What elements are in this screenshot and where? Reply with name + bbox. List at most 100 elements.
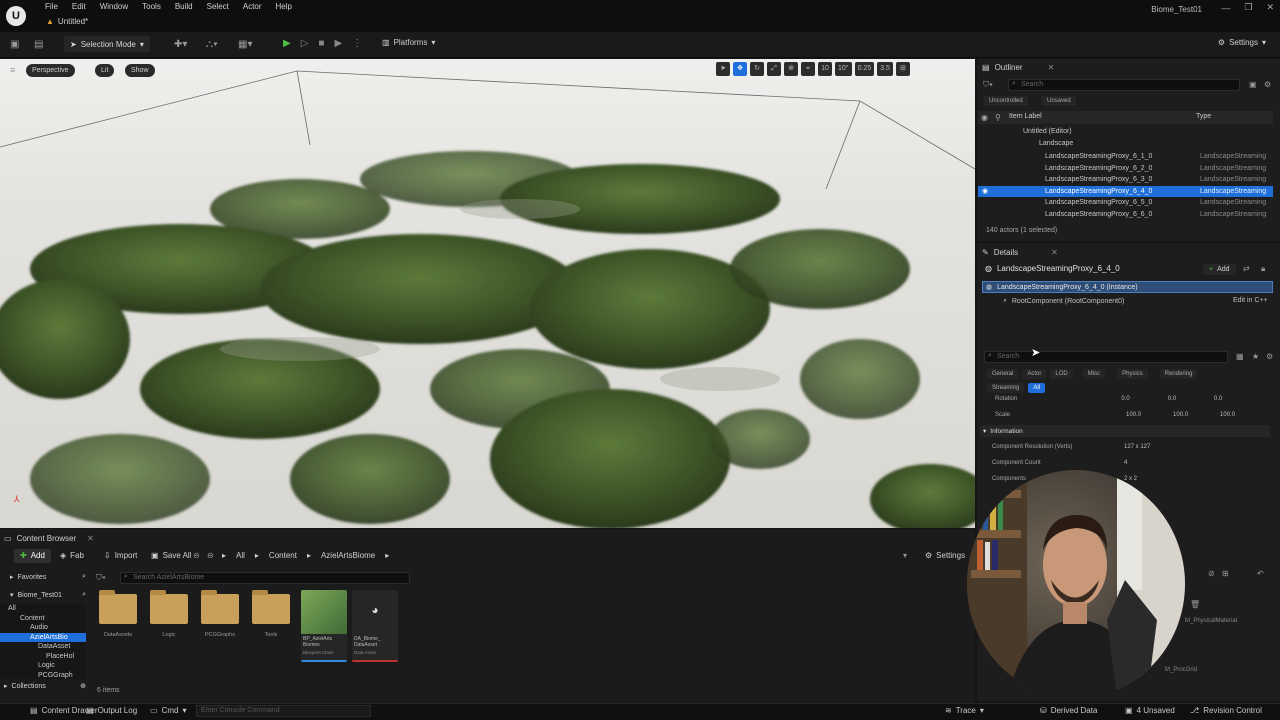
tab-actor[interactable]: Actor — [1022, 369, 1047, 379]
visibility-icon[interactable]: ◉ — [981, 113, 988, 122]
asset-folder[interactable]: Logic — [146, 590, 192, 638]
outliner-row[interactable]: LandscapeStreamingProxy_6_6_0 LandscapeSt… — [978, 209, 1273, 221]
asset-blueprint-card[interactable]: BP_AzielArts Biomes Blueprint Class — [301, 590, 347, 662]
output-log-button[interactable]: ▤ Output Log — [86, 706, 137, 715]
filter-icon[interactable]: ⛉▾ — [983, 80, 993, 90]
menu-tools[interactable]: Tools — [135, 2, 168, 11]
details-tab[interactable]: ✎ Details ✕ — [982, 245, 1058, 259]
console-input[interactable]: Enter Console Command — [196, 705, 371, 717]
cmd-dropdown[interactable]: ▭ Cmd ▾ — [150, 706, 186, 715]
browse-asset-icon[interactable]: ⊞ — [1222, 569, 1229, 578]
gear-icon[interactable]: ⚙ — [1264, 80, 1271, 89]
add-button[interactable]: ✚ Add — [14, 549, 51, 563]
breadcrumb-content[interactable]: Content — [269, 551, 297, 560]
gear-icon[interactable]: ⚙ — [1266, 352, 1273, 361]
asset-folder[interactable]: Tools — [248, 590, 294, 638]
favorite-icon[interactable]: ★ — [1252, 352, 1259, 361]
save-icon[interactable]: ▣ — [10, 39, 19, 50]
blueprint-icon[interactable]: ⛬▾ — [206, 39, 218, 50]
show-button[interactable]: Show — [125, 64, 155, 77]
tab-rendering[interactable]: Rendering — [1159, 369, 1198, 379]
collections-header[interactable]: ▸ Collections ⊕ — [4, 682, 86, 691]
tree-item-biome-selected[interactable]: AzielArtsBio — [0, 632, 86, 642]
edit-in-cpp-link[interactable]: Edit in C++ — [1233, 297, 1268, 304]
outliner-row[interactable]: Landscape — [978, 138, 1273, 150]
filter-unsaved[interactable]: Unsaved — [1042, 96, 1076, 106]
tab-misc[interactable]: Misc — [1082, 369, 1106, 379]
rotation-x[interactable]: 0.0 — [1121, 396, 1129, 402]
fab-button[interactable]: ◈ Fab — [54, 549, 90, 563]
blueprint-add-icon[interactable]: ⇄ — [1243, 264, 1250, 273]
eject-icon[interactable]: ▶ — [334, 38, 342, 49]
menu-help[interactable]: Help — [269, 2, 299, 11]
revision-control-button[interactable]: ⎇ Revision Control — [1190, 706, 1262, 715]
grid-snap[interactable]: 10 — [818, 62, 832, 76]
add-collection-icon[interactable]: ⊕ — [80, 682, 86, 690]
selection-mode-dropdown[interactable]: ➤ Selection Mode ▾ — [64, 36, 150, 52]
tab-general[interactable]: General — [987, 369, 1019, 379]
history-forward-icon[interactable]: ⊖ — [207, 551, 214, 560]
proc-material-field[interactable]: M_ProcGrid — [1165, 667, 1197, 673]
chevron-down-icon[interactable]: ▾ — [903, 551, 907, 560]
menu-window[interactable]: Window — [93, 2, 135, 11]
information-section-header[interactable] — [980, 425, 1270, 437]
perspective-button[interactable]: Perspective — [26, 64, 75, 77]
menu-select[interactable]: Select — [200, 2, 236, 11]
tab-all[interactable]: All — [1028, 383, 1046, 393]
type-column[interactable]: Type — [1196, 113, 1211, 120]
rotate-tool-icon[interactable]: ↻ — [750, 62, 764, 76]
derived-data-button[interactable]: ⛁ Derived Data — [1040, 706, 1097, 715]
search-icon[interactable]: ⌕ — [82, 591, 86, 599]
hamburger-icon[interactable]: ≡ — [10, 65, 15, 75]
world-icon[interactable]: ⊕ — [784, 62, 798, 76]
menu-build[interactable]: Build — [168, 2, 200, 11]
trash-icon[interactable]: 🗑︎ — [1190, 600, 1200, 609]
close-icon[interactable]: ✕ — [1051, 248, 1058, 257]
tree-item-audio[interactable]: Audio — [0, 623, 86, 633]
tab-lod[interactable]: LOD — [1050, 369, 1073, 379]
outliner-row[interactable]: LandscapeStreamingProxy_6_2_0 LandscapeSt… — [978, 163, 1273, 175]
visibility-icon[interactable]: ◉ — [982, 186, 988, 198]
asset-folder[interactable]: DataAssets — [95, 590, 141, 638]
angle-snap[interactable]: 10° — [835, 62, 852, 76]
asset-dataasset-card[interactable]: ◕ DA_Biome_ DataAsset Data Asset — [352, 590, 398, 662]
search-icon[interactable]: ⌕ — [82, 573, 86, 581]
outliner-tab[interactable]: ▤ Outliner ✕ — [982, 60, 1054, 74]
menu-edit[interactable]: Edit — [65, 2, 93, 11]
tree-item-logic[interactable]: Logic — [0, 661, 86, 671]
cinematics-icon[interactable]: ▦▾ — [238, 39, 252, 50]
play-icon[interactable]: ▶ — [283, 38, 291, 49]
maximize-icon[interactable]: ❐ — [1244, 2, 1252, 13]
maximize-viewport-icon[interactable]: ⊞ — [895, 62, 910, 76]
table-view-icon[interactable]: ▦ — [1236, 352, 1244, 361]
close-icon[interactable]: ✕ — [1048, 63, 1055, 72]
select-tool-icon[interactable]: ➤ — [716, 62, 730, 76]
details-search-input[interactable]: Search — [984, 351, 1228, 363]
tree-item-dataasset[interactable]: DataAsset — [0, 642, 86, 652]
material-field[interactable]: M_PhysicalMaterial — [1185, 618, 1237, 624]
outliner-row[interactable]: LandscapeStreamingProxy_6_3_0 LandscapeSt… — [978, 174, 1273, 186]
rotation-y[interactable]: 0.0 — [1168, 396, 1176, 402]
unreal-logo-icon[interactable]: U — [6, 6, 26, 26]
outliner-search-input[interactable]: Search — [1008, 79, 1240, 91]
platforms-button[interactable]: ▥ Platforms ▾ — [382, 38, 435, 47]
scale-x[interactable]: 100.0 — [1126, 412, 1141, 418]
stop-icon[interactable]: ■ — [318, 38, 324, 49]
scale-snap[interactable]: 0.25 — [854, 62, 875, 76]
project-header[interactable]: ▾ Biome_Test01 ⌕ — [10, 591, 86, 599]
outliner-row-selected[interactable]: ◉ LandscapeStreamingProxy_6_4_0 LandscapeS… — [978, 185, 1273, 198]
outliner-row[interactable]: LandscapeStreamingProxy_6_1_0 LandscapeSt… — [978, 151, 1273, 163]
tree-item-content[interactable]: Content — [0, 614, 86, 624]
more-icon[interactable]: ⋮ — [352, 38, 362, 49]
content-settings-button[interactable]: ⚙ Settings — [925, 551, 965, 560]
lit-button[interactable]: Lit — [95, 64, 115, 77]
add-actor-icon[interactable]: ✚▾ — [174, 39, 187, 50]
close-icon[interactable]: ✕ — [87, 534, 94, 543]
breadcrumb-biome[interactable]: AzielArtsBiome — [321, 551, 375, 560]
tree-item-pcg[interactable]: PCGGraph — [0, 671, 86, 681]
scale-y[interactable]: 100.0 — [1173, 412, 1188, 418]
filter-icon[interactable]: ⛉▾ — [96, 573, 106, 583]
camera-speed[interactable]: 3.5 — [877, 62, 893, 76]
trace-button[interactable]: ≋ Trace ▾ — [945, 706, 984, 715]
scale-tool-icon[interactable]: ⤢ — [767, 62, 781, 76]
